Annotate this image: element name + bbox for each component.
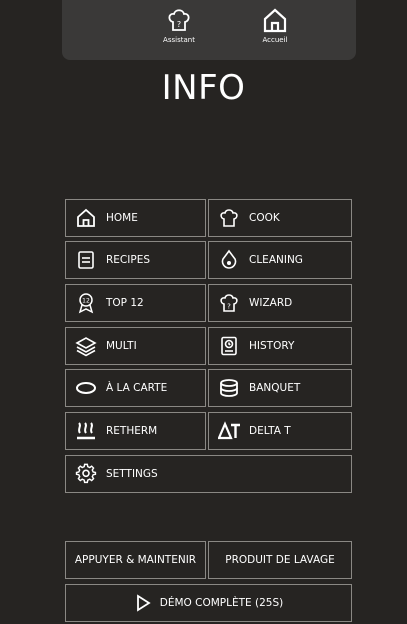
menu-delta-t-label: DELTA T [249, 425, 291, 437]
history-log-icon [221, 336, 237, 356]
assistant-label: Assistant [163, 36, 195, 44]
menu-home-label: HOME [106, 212, 138, 224]
chef-hat-question-icon: ? [168, 9, 190, 31]
menu-a-la-carte-button[interactable]: À LA CARTE [65, 369, 206, 407]
house-icon [77, 208, 95, 227]
menu-banquet-button[interactable]: BANQUET [208, 369, 352, 407]
award-medal-icon: 12 [78, 293, 94, 314]
menu-home-button[interactable]: HOME [65, 199, 206, 237]
assistant-button[interactable]: ? Assistant [144, 6, 214, 58]
svg-text:12: 12 [82, 298, 90, 305]
menu-history-button[interactable]: HISTORY [208, 327, 352, 365]
press-and-hold-button[interactable]: APPUYER & MAINTENIR [65, 541, 206, 579]
recipe-book-icon [78, 251, 94, 269]
heat-waves-icon [77, 422, 95, 440]
menu-delta-t-button[interactable]: DELTA T [208, 412, 352, 450]
menu-multi-button[interactable]: MULTI [65, 327, 206, 365]
plate-icon [76, 382, 96, 394]
delta-t-icon [218, 421, 240, 440]
menu-cook-label: COOK [249, 212, 280, 224]
press-and-hold-label: APPUYER & MAINTENIR [74, 554, 197, 566]
home-top-button[interactable]: Accueil [240, 6, 310, 58]
menu-retherm-label: RETHERM [106, 425, 158, 437]
stacked-plates-icon [220, 379, 238, 397]
chef-hat-icon [220, 209, 238, 227]
menu-banquet-label: BANQUET [249, 382, 301, 394]
house-icon [263, 8, 287, 33]
menu-wizard-label: WIZARD [249, 297, 293, 309]
menu-recipes-button[interactable]: RECIPES [65, 241, 206, 279]
svg-text:?: ? [177, 20, 181, 29]
layers-icon [75, 337, 97, 357]
page-title: INFO [161, 68, 246, 108]
svg-text:?: ? [227, 303, 231, 311]
menu-top12-label: TOP 12 [106, 297, 144, 309]
menu-retherm-button[interactable]: RETHERM [65, 412, 206, 450]
menu-wizard-button[interactable]: ? WIZARD [208, 284, 352, 322]
play-icon [136, 594, 151, 612]
menu-cleaning-button[interactable]: CLEANING [208, 241, 352, 279]
menu-settings-button[interactable]: SETTINGS [65, 455, 352, 493]
cleaning-product-button[interactable]: PRODUIT DE LAVAGE [208, 541, 352, 579]
menu-top12-button[interactable]: 12 TOP 12 [65, 284, 206, 322]
cleaning-product-label: PRODUIT DE LAVAGE [225, 554, 335, 566]
cleaning-drop-icon [221, 249, 237, 269]
menu-recipes-label: RECIPES [106, 254, 150, 266]
menu-cleaning-label: CLEANING [249, 254, 303, 266]
chef-hat-question-icon: ? [220, 294, 238, 312]
menu-a-la-carte-label: À LA CARTE [106, 382, 168, 394]
full-demo-button[interactable]: DÉMO COMPLÈTE (25S) [65, 584, 352, 622]
menu-multi-label: MULTI [106, 340, 137, 352]
gear-icon [75, 463, 97, 484]
menu-cook-button[interactable]: COOK [208, 199, 352, 237]
home-label: Accueil [262, 36, 288, 44]
top-bar: ? Assistant Accueil [62, 0, 356, 60]
menu-history-label: HISTORY [249, 340, 295, 352]
menu-settings-label: SETTINGS [106, 468, 158, 480]
full-demo-label: DÉMO COMPLÈTE (25S) [159, 597, 284, 609]
